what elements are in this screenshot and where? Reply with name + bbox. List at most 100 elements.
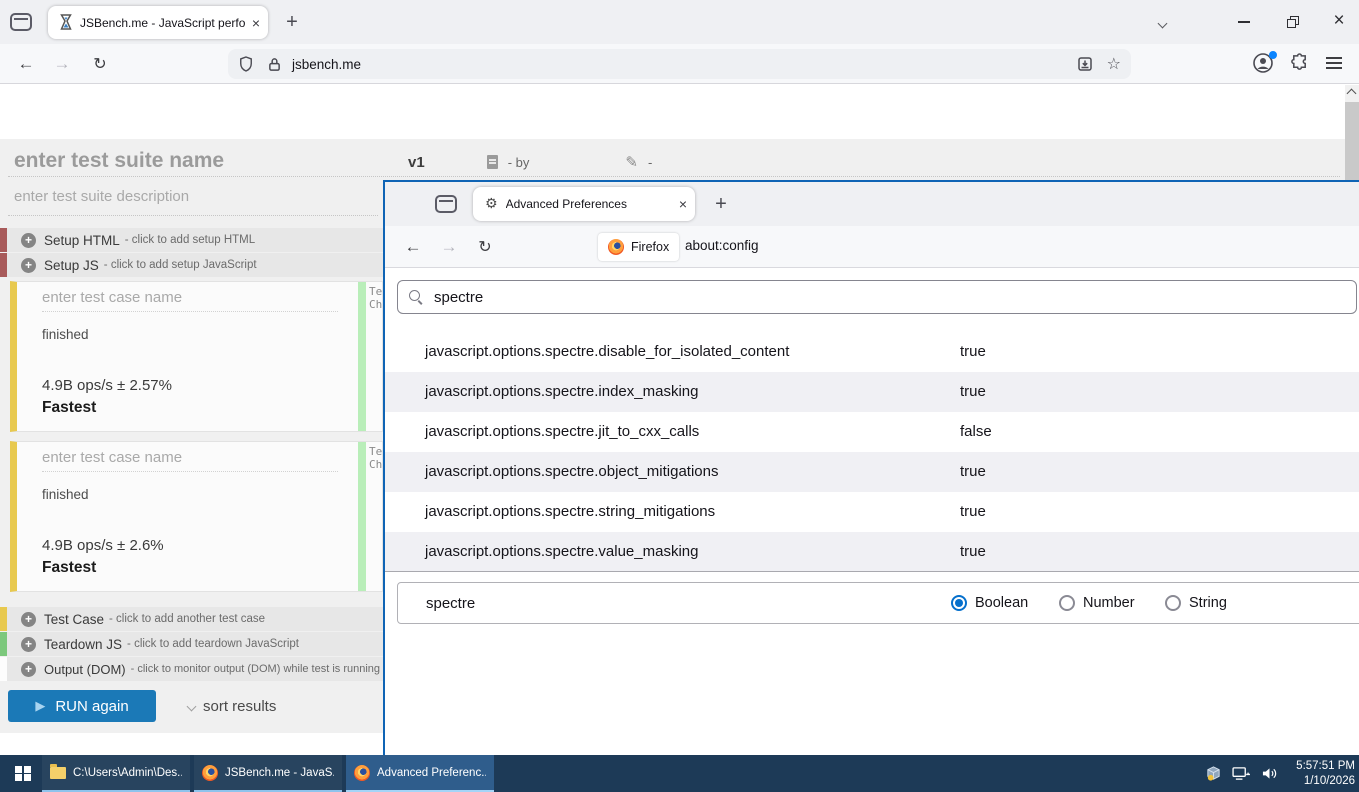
window-restore-button[interactable] bbox=[1280, 10, 1304, 34]
reload-button[interactable]: ↻ bbox=[84, 44, 116, 84]
outer-tab[interactable]: JSBench.me - JavaScript perform × bbox=[48, 6, 268, 39]
gear-icon: ⚙ bbox=[485, 196, 498, 212]
firefox-view-icon[interactable] bbox=[435, 195, 457, 213]
taskbar-clock[interactable]: 5:57:51 PM 1/10/2026 bbox=[1281, 759, 1355, 788]
setup-js-row[interactable]: + Setup JS - click to add setup JavaScri… bbox=[0, 253, 383, 277]
pref-row[interactable]: javascript.options.spectre.index_masking… bbox=[385, 372, 1359, 412]
volume-tray-icon[interactable] bbox=[1261, 766, 1278, 781]
firefox-logo-icon bbox=[608, 239, 624, 255]
test-case-name-input[interactable]: enter test case name bbox=[42, 449, 182, 466]
window-minimize-button[interactable] bbox=[1232, 10, 1256, 34]
outer-tab-close-icon[interactable]: × bbox=[252, 15, 260, 31]
inner-forward-button[interactable]: → bbox=[433, 226, 465, 268]
pref-row[interactable]: javascript.options.spectre.object_mitiga… bbox=[385, 452, 1359, 492]
radio-icon[interactable] bbox=[1165, 595, 1181, 611]
suite-name-underline bbox=[8, 176, 1340, 177]
jsbench-favicon-hourglass-icon bbox=[60, 14, 72, 31]
taskbar-item-explorer[interactable]: C:\Users\Admin\Des... bbox=[42, 755, 190, 792]
suite-description-underline bbox=[8, 215, 378, 216]
pref-row[interactable]: javascript.options.spectre.jit_to_cxx_ca… bbox=[385, 412, 1359, 452]
fastest-badge: Fastest bbox=[42, 399, 96, 417]
folder-icon bbox=[50, 767, 66, 779]
pref-row[interactable]: javascript.options.spectre.disable_for_i… bbox=[385, 332, 1359, 372]
firefox-view-icon[interactable] bbox=[10, 13, 32, 31]
type-radio-string[interactable]: String bbox=[1165, 595, 1227, 611]
test-case-card-2: enter test case name finished 4.9B ops/s… bbox=[10, 441, 383, 592]
page-scrollbar[interactable] bbox=[1345, 85, 1359, 180]
url-bar[interactable]: jsbench.me ☆ bbox=[228, 49, 1131, 79]
inner-tab-title: Advanced Preferences bbox=[506, 197, 673, 211]
bookmark-star-icon[interactable]: ☆ bbox=[1107, 54, 1121, 74]
edited-label: - bbox=[648, 155, 652, 170]
taskbar-item-advanced-preferences[interactable]: Advanced Preferenc... bbox=[346, 755, 494, 792]
firefox-search-chip[interactable]: Firefox bbox=[598, 233, 679, 261]
suite-name-input[interactable]: enter test suite name bbox=[14, 149, 224, 173]
inner-reload-button[interactable]: ↻ bbox=[469, 226, 501, 268]
config-search-input[interactable]: spectre bbox=[397, 280, 1357, 314]
taskbar: C:\Users\Admin\Des... JSBench.me - JavaS… bbox=[0, 755, 1359, 792]
shield-icon[interactable] bbox=[238, 56, 254, 72]
taskbar-item-jsbench[interactable]: JSBench.me - JavaS... bbox=[194, 755, 342, 792]
window-close-button[interactable]: × bbox=[1326, 8, 1352, 34]
document-icon bbox=[487, 155, 498, 169]
radio-selected-icon[interactable] bbox=[951, 595, 967, 611]
system-tray bbox=[1205, 755, 1278, 792]
radio-icon[interactable] bbox=[1059, 595, 1075, 611]
save-page-icon[interactable] bbox=[1077, 56, 1093, 72]
test-case-result: 4.9B ops/s ± 2.57% bbox=[42, 377, 172, 394]
output-dom-row[interactable]: + Output (DOM) - click to monitor output… bbox=[0, 657, 383, 681]
add-pref-row: spectre Boolean Number String bbox=[397, 582, 1359, 624]
test-case-name-underline bbox=[42, 311, 338, 312]
virtualbox-tray-icon[interactable] bbox=[1205, 765, 1222, 782]
pref-row[interactable]: javascript.options.spectre.string_mitiga… bbox=[385, 492, 1359, 532]
test-case-status: finished bbox=[42, 327, 89, 342]
code-editor-fragment[interactable]: Tes Che bbox=[369, 285, 383, 311]
scroll-up-arrow-icon[interactable] bbox=[1347, 89, 1357, 99]
pref-row[interactable]: javascript.options.spectre.value_masking… bbox=[385, 532, 1359, 572]
pencil-icon[interactable]: ✎ bbox=[625, 153, 638, 171]
teardown-js-row[interactable]: + Teardown JS - click to add teardown Ja… bbox=[0, 632, 383, 656]
inner-tab[interactable]: ⚙ Advanced Preferences × bbox=[473, 187, 695, 221]
outer-tab-title: JSBench.me - JavaScript perform bbox=[80, 16, 246, 30]
outer-nav-bar: ← → ↻ jsbench.me ☆ bbox=[0, 44, 1359, 84]
code-editor-strip bbox=[358, 282, 366, 431]
tab-list-chevron-icon[interactable] bbox=[1150, 12, 1174, 34]
test-case-status: finished bbox=[42, 487, 89, 502]
account-icon[interactable] bbox=[1252, 52, 1276, 76]
search-icon bbox=[408, 289, 424, 305]
start-button[interactable] bbox=[0, 755, 46, 792]
sort-results-button[interactable]: sort results bbox=[188, 698, 276, 715]
inner-new-tab-button[interactable]: + bbox=[707, 190, 735, 218]
extensions-puzzle-icon[interactable] bbox=[1290, 53, 1309, 72]
add-test-case-row[interactable]: + Test Case - click to add another test … bbox=[0, 607, 383, 631]
network-tray-icon[interactable] bbox=[1232, 766, 1251, 781]
lock-icon[interactable] bbox=[266, 56, 282, 72]
plus-circle-icon: + bbox=[21, 258, 36, 273]
windows-logo-icon bbox=[15, 766, 31, 782]
type-radio-boolean[interactable]: Boolean bbox=[951, 595, 1028, 611]
new-pref-name: spectre bbox=[426, 595, 475, 612]
scrollbar-thumb[interactable] bbox=[1345, 102, 1359, 180]
fastest-badge: Fastest bbox=[42, 559, 96, 577]
outer-new-tab-button[interactable]: + bbox=[278, 8, 306, 36]
test-case-name-input[interactable]: enter test case name bbox=[42, 289, 182, 306]
back-button[interactable]: ← bbox=[10, 44, 42, 84]
inner-back-button[interactable]: ← bbox=[397, 226, 429, 268]
plus-circle-icon: + bbox=[21, 662, 36, 677]
pref-table: javascript.options.spectre.disable_for_i… bbox=[385, 332, 1359, 572]
suite-meta-row: v1 - by ✎ - bbox=[408, 153, 652, 171]
setup-html-row[interactable]: + Setup HTML - click to add setup HTML bbox=[0, 228, 383, 252]
run-again-button[interactable]: ▶ RUN again bbox=[8, 690, 156, 722]
inner-tab-bar: ⚙ Advanced Preferences × + bbox=[385, 182, 1359, 226]
inner-nav-bar: ← → ↻ Firefox about:config bbox=[385, 226, 1359, 268]
suite-description-input[interactable]: enter test suite description bbox=[14, 188, 189, 205]
inner-tab-close-icon[interactable]: × bbox=[679, 196, 687, 212]
menu-hamburger-icon[interactable] bbox=[1326, 56, 1342, 70]
type-radio-number[interactable]: Number bbox=[1059, 595, 1135, 611]
inner-url-text[interactable]: about:config bbox=[685, 238, 759, 253]
firefox-icon bbox=[354, 765, 370, 781]
forward-button[interactable]: → bbox=[46, 44, 78, 84]
code-editor-fragment[interactable]: Tes Che bbox=[369, 445, 383, 471]
run-row: ▶ RUN again sort results bbox=[8, 690, 276, 722]
suite-version: v1 bbox=[408, 154, 425, 171]
